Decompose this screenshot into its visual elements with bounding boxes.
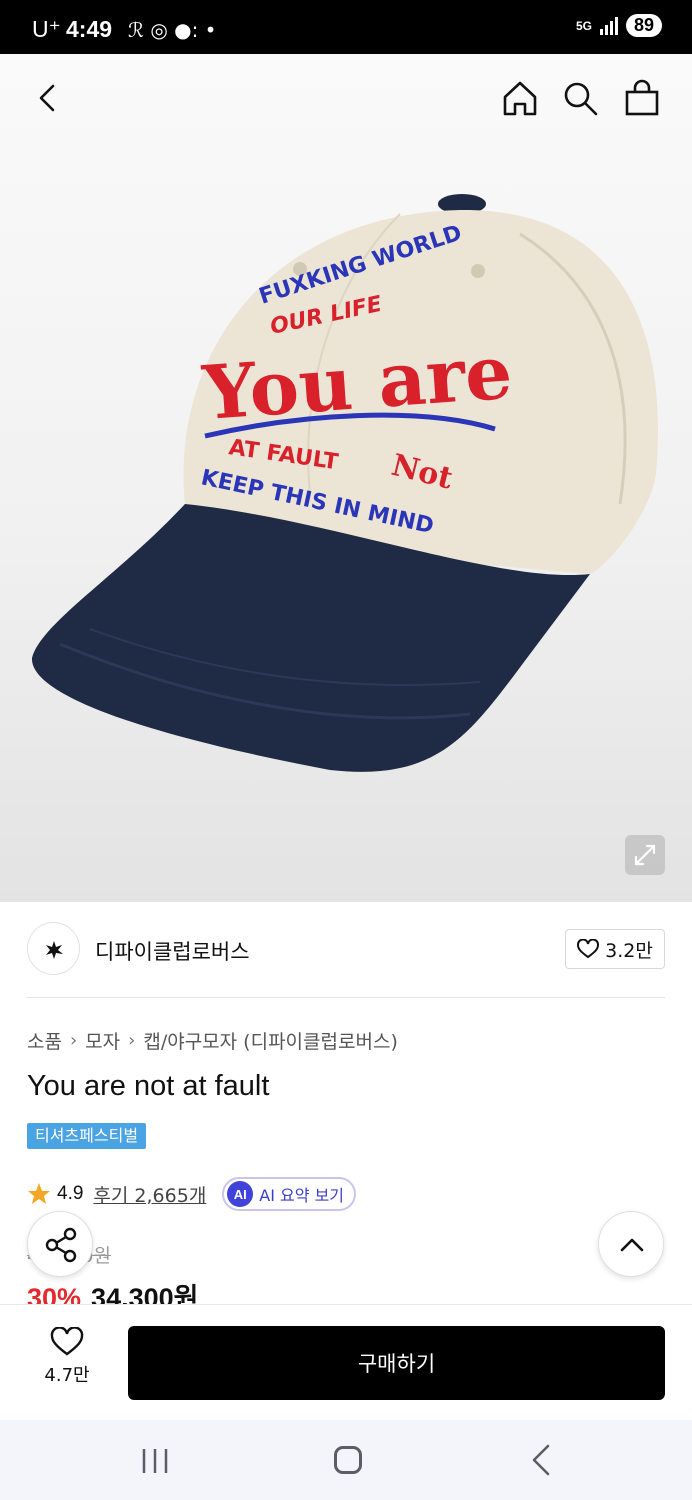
ai-icon: AI: [227, 1181, 254, 1207]
home-icon: [503, 81, 537, 116]
search-button[interactable]: [560, 78, 600, 118]
clock: 4:49: [66, 16, 113, 42]
system-navigation-bar: [0, 1420, 692, 1500]
notification-icons: ℛ ◎ ●: •: [128, 18, 217, 42]
ai-summary-button[interactable]: AI AI 요약 보기: [222, 1177, 357, 1211]
wishlist-button[interactable]: 4.7만: [28, 1327, 106, 1399]
brand-row[interactable]: 디파이클럽로버스 3.2만: [27, 922, 665, 976]
shopping-bag-icon: [625, 79, 659, 116]
home-button[interactable]: [500, 78, 540, 118]
ai-summary-label: AI 요약 보기: [259, 1186, 345, 1205]
brand-like-button[interactable]: 3.2만: [565, 929, 665, 969]
divider: [27, 997, 665, 998]
share-button[interactable]: [27, 1211, 93, 1277]
wishlist-count: 4.7만: [44, 1365, 90, 1386]
reviews-link[interactable]: 후기 2,665개: [93, 1181, 206, 1208]
cap-photo: FUXKING WORLD OUR LIFE You are Not AT FA…: [31, 194, 658, 772]
buy-button[interactable]: 구매하기: [128, 1326, 665, 1400]
brand-like-count: 3.2만: [605, 939, 653, 962]
status-bar: U⁺ 4:49 ℛ ◎ ●: • 5G 89: [0, 0, 692, 54]
breadcrumb-item[interactable]: 캡/야구모자 (디파이클럽로버스): [143, 1027, 398, 1054]
carrier-label: U⁺: [32, 16, 61, 42]
scroll-top-button[interactable]: [598, 1211, 664, 1277]
breadcrumb: 소품 › 모자 › 캡/야구모자 (디파이클럽로버스): [27, 1027, 398, 1054]
cart-button[interactable]: [622, 78, 662, 118]
product-title: You are not at fault: [27, 1070, 270, 1102]
share-icon: [45, 1227, 77, 1263]
signal-icon: [599, 16, 618, 35]
search-icon: [564, 82, 598, 116]
breadcrumb-item[interactable]: 소품: [27, 1027, 62, 1054]
chevron-right-icon: ›: [69, 1030, 78, 1051]
purchase-bar: 4.7만 구매하기: [0, 1304, 692, 1420]
star-icon: [28, 1183, 50, 1204]
chevron-left-icon: [39, 84, 55, 112]
recent-apps-icon[interactable]: [140, 1448, 170, 1474]
battery-level: 89: [625, 14, 662, 37]
brand-name[interactable]: 디파이클럽로버스: [95, 936, 250, 966]
expand-icon: [634, 844, 656, 866]
rating-row: 4.9 후기 2,665개 AI AI 요약 보기: [27, 1177, 357, 1211]
promo-tag[interactable]: 티셔츠페스티벌: [27, 1123, 147, 1149]
breadcrumb-item[interactable]: 모자: [85, 1027, 120, 1054]
chevron-right-icon: ›: [128, 1030, 136, 1051]
rating-value: 4.9: [57, 1183, 84, 1204]
expand-image-button[interactable]: [625, 835, 665, 875]
chevron-up-icon: [620, 1238, 644, 1252]
star-logo-icon: [46, 941, 63, 959]
network-type: 5G: [575, 18, 592, 33]
heart-icon: [577, 939, 600, 959]
product-image-area[interactable]: FUXKING WORLD OUR LIFE You are Not AT FA…: [0, 54, 692, 902]
brand-logo[interactable]: [27, 922, 80, 975]
back-button[interactable]: [28, 78, 68, 118]
heart-icon: [50, 1327, 84, 1356]
back-nav-icon[interactable]: [528, 1444, 556, 1476]
home-nav-icon[interactable]: [334, 1446, 362, 1474]
